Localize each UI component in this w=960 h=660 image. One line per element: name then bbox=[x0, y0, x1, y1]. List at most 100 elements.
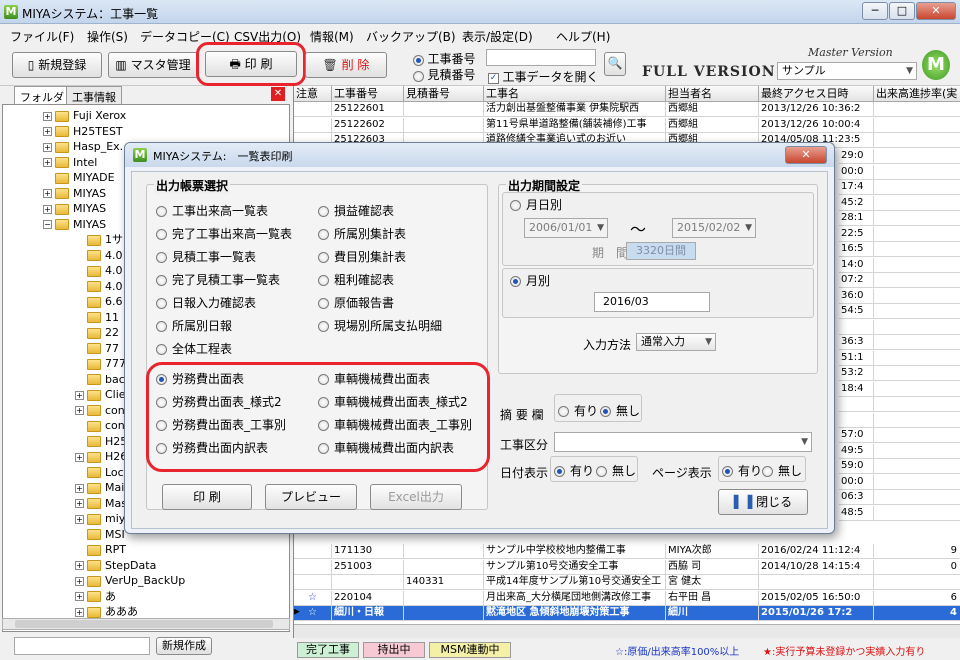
expand-toggle-icon[interactable]: + bbox=[75, 406, 84, 415]
page-show-yes-radio[interactable]: 有り bbox=[722, 462, 762, 479]
month-input[interactable]: 2016/03 bbox=[594, 292, 710, 312]
minimize-icon[interactable]: ─ bbox=[862, 2, 888, 20]
vehicle-report-option[interactable]: 車輌機械費出面表_工事別 bbox=[318, 416, 472, 433]
tree-item[interactable]: + MIYAS bbox=[43, 186, 106, 202]
tree-item[interactable]: 4.0 bbox=[75, 263, 123, 279]
report-option-right[interactable]: 粗利確認表 bbox=[318, 271, 394, 288]
report-option-right[interactable]: 損益確認表 bbox=[318, 202, 394, 219]
report-option-left[interactable]: 所属別日報 bbox=[156, 317, 232, 334]
expand-toggle-icon[interactable]: + bbox=[75, 390, 84, 400]
selected-table-row[interactable]: ☆ 細川・日報 黙滝地区 急傾斜地崩壊対策工事 細川 2015/01/26 17:2 4 bbox=[294, 606, 960, 621]
grid-h-scrollbar[interactable] bbox=[294, 624, 960, 638]
kouji-kubun-select[interactable]: ▼ bbox=[554, 432, 812, 452]
tekiyo-no-radio[interactable]: 無し bbox=[600, 402, 640, 419]
expand-toggle-icon[interactable]: + bbox=[75, 499, 84, 508]
close-panel-icon[interactable]: ✕ bbox=[271, 87, 285, 101]
tree-item[interactable]: 4.0 bbox=[75, 279, 123, 295]
expand-toggle-icon[interactable]: + bbox=[43, 127, 52, 136]
report-option-right[interactable]: 現場別所属支払明細 bbox=[318, 317, 442, 334]
maximize-icon[interactable]: □ bbox=[889, 2, 915, 20]
new-register-button[interactable]: ▯ 新規登録 bbox=[12, 52, 102, 78]
new-folder-button[interactable]: 新規作成 bbox=[156, 637, 212, 655]
labor-report-option[interactable]: 労務費出面表_様式2 bbox=[156, 393, 282, 410]
menu-file[interactable]: ファイル(F) bbox=[10, 28, 74, 45]
print-button[interactable]: 🖶 印 刷 bbox=[205, 51, 297, 77]
date-to-field[interactable]: 2015/02/02 ▼ bbox=[672, 218, 756, 238]
dialog-close-icon[interactable]: ✕ bbox=[785, 146, 827, 164]
vehicle-report-option[interactable]: 車輌機械費出面表_様式2 bbox=[318, 393, 468, 410]
report-option-left[interactable]: 完了見積工事一覧表 bbox=[156, 271, 280, 288]
tree-item[interactable]: + StepData bbox=[75, 558, 156, 574]
expand-toggle-icon[interactable]: + bbox=[75, 607, 84, 617]
expand-toggle-icon[interactable]: + bbox=[75, 576, 84, 586]
tree-item[interactable]: bac bbox=[75, 372, 125, 388]
tree-item[interactable]: 6.6 bbox=[75, 294, 123, 310]
table-row[interactable]: 25122601 活力創出基盤整備事業 伊集院駅西 西郷組 2013/12/26 10… bbox=[294, 102, 960, 117]
report-option-left[interactable]: 全体工程表 bbox=[156, 340, 232, 357]
tree-item[interactable]: 77 bbox=[75, 341, 119, 357]
tree-h-scrollbar[interactable] bbox=[2, 618, 290, 630]
open-data-checkbox[interactable]: ✓ 工事データを開く bbox=[488, 68, 599, 85]
report-option-left[interactable]: 工事出来高一覧表 bbox=[156, 202, 268, 219]
tree-item[interactable]: MSI bbox=[75, 527, 125, 543]
tab-koji-info[interactable]: 工事情報 bbox=[66, 86, 122, 104]
menu-backup[interactable]: バックアップ(B) bbox=[366, 28, 456, 45]
expand-toggle-icon[interactable]: + bbox=[43, 111, 52, 121]
tree-item[interactable]: + Hasp_Ex... bbox=[43, 139, 130, 155]
table-row[interactable]: 171130 サンプル中学校校地内整備工事 MIYA次郎 2016/02/24 11:… bbox=[294, 544, 960, 559]
input-method-select[interactable]: 通常入力 ▼ bbox=[636, 333, 716, 351]
table-row[interactable]: 251003 サンプル第10号交通安全工事 西脇 司 2014/10/28 14:15… bbox=[294, 559, 960, 575]
preview-button[interactable]: プレビュー bbox=[265, 484, 357, 510]
radio-mitsumori-number[interactable]: 見積番号 bbox=[413, 66, 476, 83]
labor-report-option[interactable]: 労務費出面内訳表 bbox=[156, 439, 268, 456]
column-header[interactable]: 注意 bbox=[294, 86, 332, 102]
radio-monthly[interactable]: 月別 bbox=[510, 272, 550, 289]
table-row[interactable]: ☆ 220104 月出来高_大分横尾団地側溝改修工事 右平田 昌 2015/02/05 … bbox=[294, 590, 960, 606]
expand-toggle-icon[interactable]: + bbox=[75, 514, 84, 524]
report-option-left[interactable]: 見積工事一覧表 bbox=[156, 248, 256, 265]
tree-item[interactable]: + Mai bbox=[75, 480, 124, 496]
labor-report-option[interactable]: 労務費出面表_工事別 bbox=[156, 416, 286, 433]
close-icon[interactable]: ✕ bbox=[916, 2, 956, 20]
expand-toggle-icon[interactable]: + bbox=[75, 483, 84, 493]
tree-item[interactable]: + Fuji Xerox bbox=[43, 108, 126, 124]
tree-item[interactable]: 4.0 bbox=[75, 248, 123, 264]
labor-report-option[interactable]: 労務費出面表 bbox=[156, 370, 244, 387]
tree-item[interactable]: 22 bbox=[75, 325, 119, 341]
tree-item[interactable]: + H26 bbox=[75, 449, 127, 465]
radio-koji-number[interactable]: 工事番号 bbox=[413, 50, 476, 67]
column-header[interactable]: 最終アクセス日時 bbox=[759, 86, 874, 102]
tree-item[interactable]: MIYADE bbox=[43, 170, 115, 186]
menu-operation[interactable]: 操作(S) bbox=[87, 28, 128, 45]
expand-toggle-icon[interactable]: + bbox=[43, 189, 52, 198]
tree-item[interactable]: Loc bbox=[75, 465, 124, 481]
column-header[interactable]: 担当者名 bbox=[666, 86, 759, 102]
company-select[interactable]: サンプル ▼ bbox=[777, 62, 917, 80]
report-option-left[interactable]: 日報入力確認表 bbox=[156, 294, 256, 311]
report-option-right[interactable]: 原価報告書 bbox=[318, 294, 394, 311]
expand-toggle-icon[interactable]: − bbox=[43, 220, 52, 229]
tree-item[interactable]: RPT bbox=[75, 542, 126, 558]
tree-item[interactable]: + Intel bbox=[43, 155, 97, 171]
table-row[interactable]: 25122602 第11号県単道路整備(舗装補修)工事 西郷組 2013/12/26 … bbox=[294, 117, 960, 133]
search-button[interactable]: 🔍 bbox=[604, 52, 626, 76]
expand-toggle-icon[interactable]: + bbox=[43, 142, 52, 152]
report-option-right[interactable]: 費目別集計表 bbox=[318, 248, 406, 265]
tree-item[interactable]: H25 bbox=[75, 434, 127, 450]
tekiyo-yes-radio[interactable]: 有り bbox=[558, 402, 598, 419]
table-row[interactable]: 140331 平成14年度サンプル第10号交通安全工宮 健太 bbox=[294, 575, 960, 590]
tree-item[interactable]: 11 bbox=[75, 310, 119, 326]
master-management-button[interactable]: ▥ マスタ管理 bbox=[108, 52, 198, 78]
menu-info[interactable]: 情報(M) bbox=[310, 28, 354, 45]
tree-item[interactable]: + あ bbox=[75, 589, 116, 605]
expand-toggle-icon[interactable]: + bbox=[75, 592, 84, 601]
report-option-left[interactable]: 完了工事出来高一覧表 bbox=[156, 225, 292, 242]
tree-item[interactable]: − MIYAS bbox=[43, 217, 106, 233]
menu-help[interactable]: ヘルプ(H) bbox=[556, 28, 610, 45]
column-header[interactable]: 見積番号 bbox=[404, 86, 484, 102]
tree-item[interactable]: + H25TEST bbox=[43, 124, 123, 140]
tree-item[interactable]: + miy bbox=[75, 511, 125, 527]
expand-toggle-icon[interactable]: + bbox=[43, 158, 52, 167]
radio-daily[interactable]: 月日別 bbox=[510, 196, 562, 213]
column-header[interactable]: 工事番号 bbox=[332, 86, 404, 102]
